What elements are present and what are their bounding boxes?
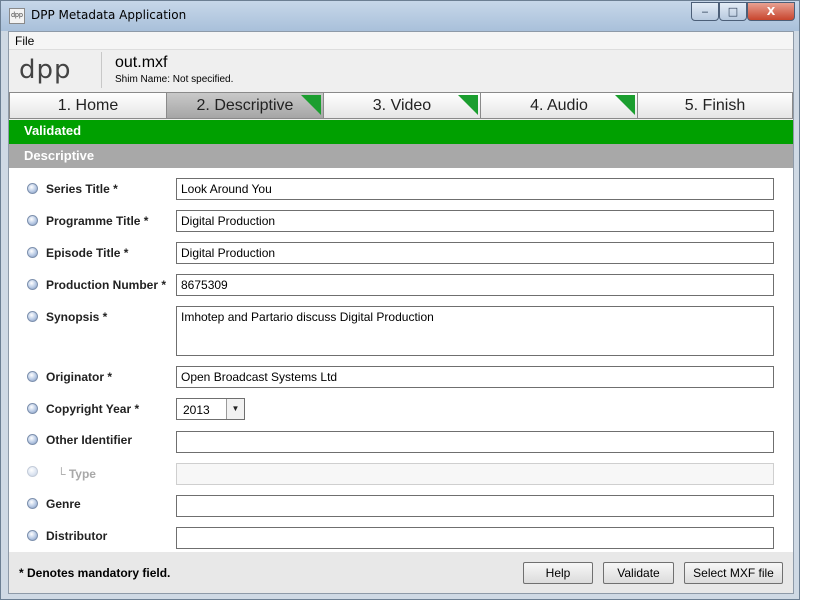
programme-title-field[interactable]: Digital Production: [176, 210, 774, 232]
production-number-label: Production Number *: [46, 278, 167, 292]
synopsis-textarea[interactable]: Imhotep and Partario discuss Digital Pro…: [176, 306, 774, 356]
copyright-year-select[interactable]: 2013 ▼: [176, 398, 245, 420]
maximize-button[interactable]: □: [719, 2, 747, 21]
type-label: └ Type: [57, 467, 96, 481]
minimize-button[interactable]: ‒: [691, 2, 719, 21]
tab-label: 3. Video: [372, 97, 432, 114]
other-identifier-field[interactable]: [176, 431, 774, 453]
tab-label: 5. Finish: [684, 97, 746, 114]
help-icon[interactable]: [27, 247, 38, 258]
type-field: [176, 463, 774, 485]
window-title: DPP Metadata Application: [31, 8, 187, 22]
distributor-label: Distributor: [46, 529, 108, 543]
help-icon[interactable]: [27, 215, 38, 226]
genre-label: Genre: [46, 497, 81, 511]
help-icon: [27, 466, 38, 477]
help-button[interactable]: Help: [523, 562, 593, 584]
originator-label: Originator *: [46, 370, 113, 384]
episode-title-field[interactable]: Digital Production: [176, 242, 774, 264]
series-title-label: Series Title *: [46, 182, 118, 196]
validation-status-bar: Validated: [9, 120, 793, 144]
copyright-year-value: 2013: [183, 403, 210, 417]
header-divider: [101, 52, 102, 88]
production-number-field[interactable]: 8675309: [176, 274, 774, 296]
status-flag-icon: [301, 95, 321, 115]
chevron-down-icon[interactable]: ▼: [226, 399, 244, 419]
help-icon[interactable]: [27, 311, 38, 322]
tab-label: 4. Audio: [530, 97, 588, 114]
app-window: dpp DPP Metadata Application ‒ □ X File …: [0, 0, 800, 600]
help-icon[interactable]: [27, 183, 38, 194]
help-icon[interactable]: [27, 371, 38, 382]
help-icon[interactable]: [27, 403, 38, 414]
tab-home[interactable]: 1. Home: [9, 92, 167, 119]
client-area: File dpp out.mxf Shim Name: Not specifie…: [8, 31, 794, 594]
status-flag-icon: [615, 95, 635, 115]
validate-button[interactable]: Validate: [603, 562, 674, 584]
app-icon: dpp: [9, 8, 25, 24]
help-icon[interactable]: [27, 530, 38, 541]
title-bar[interactable]: dpp DPP Metadata Application ‒ □ X: [1, 1, 799, 31]
tab-audio[interactable]: 4. Audio: [480, 92, 638, 119]
menu-file[interactable]: File: [15, 34, 34, 48]
footer-bar: * Denotes mandatory field. Help Validate…: [9, 552, 793, 593]
menu-bar: File: [9, 32, 793, 50]
genre-field[interactable]: [176, 495, 774, 517]
tab-descriptive[interactable]: 2. Descriptive: [166, 92, 324, 119]
step-tabs: 1. Home 2. Descriptive 3. Video 4. Audio…: [9, 92, 793, 119]
section-header: Descriptive: [9, 144, 793, 168]
help-icon[interactable]: [27, 279, 38, 290]
originator-field[interactable]: Open Broadcast Systems Ltd: [176, 366, 774, 388]
dpp-logo: dpp: [19, 55, 72, 85]
status-flag-icon: [458, 95, 478, 115]
help-icon[interactable]: [27, 434, 38, 445]
copyright-year-label: Copyright Year *: [46, 402, 140, 416]
distributor-field[interactable]: [176, 527, 774, 549]
tab-label: 2. Descriptive: [196, 97, 294, 114]
tab-label: 1. Home: [57, 97, 119, 114]
other-identifier-label: Other Identifier: [46, 433, 133, 447]
mandatory-note: * Denotes mandatory field.: [19, 566, 171, 580]
series-title-field[interactable]: Look Around You: [176, 178, 774, 200]
help-icon[interactable]: [27, 498, 38, 509]
file-name: out.mxf: [115, 54, 168, 71]
shim-name: Shim Name: Not specified.: [115, 74, 234, 85]
programme-title-label: Programme Title *: [46, 214, 149, 228]
desktop-edge: [800, 0, 819, 600]
file-header: dpp out.mxf Shim Name: Not specified.: [9, 50, 793, 90]
descriptive-form: Series Title * Look Around You Programme…: [9, 168, 793, 552]
synopsis-label: Synopsis *: [46, 310, 108, 324]
tab-finish[interactable]: 5. Finish: [637, 92, 793, 119]
episode-title-label: Episode Title *: [46, 246, 129, 260]
tab-video[interactable]: 3. Video: [323, 92, 481, 119]
close-button[interactable]: X: [747, 2, 795, 21]
select-mxf-file-button[interactable]: Select MXF file: [684, 562, 783, 584]
